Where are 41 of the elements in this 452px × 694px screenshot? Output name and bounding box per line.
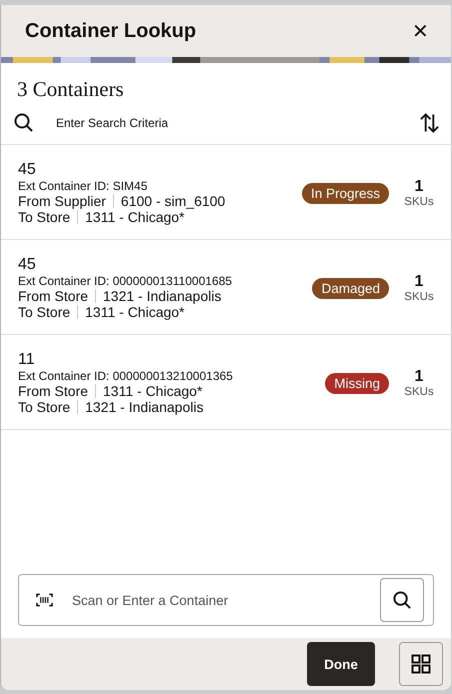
- container-row[interactable]: 45 Ext Container ID: 000000013110001685 From Store 1321 - Indianapolis To Store 1311 - Chicago* Damaged 1 SKUs: [1, 240, 451, 335]
- sku-label: SKUs: [404, 291, 434, 303]
- dialog-title: Container Lookup: [25, 20, 196, 42]
- to-value: 1311 - Chicago*: [85, 304, 185, 320]
- status-badge: Missing: [325, 372, 389, 394]
- from-label: From Supplier: [18, 193, 106, 209]
- grid-button[interactable]: [399, 642, 443, 686]
- sku-count: 1: [414, 273, 424, 291]
- to-value: 1321 - Indianapolis: [85, 399, 204, 415]
- to-label: To Store: [18, 209, 70, 225]
- sku-label: SKUs: [404, 196, 434, 208]
- to-value: 1311 - Chicago*: [85, 209, 185, 225]
- sku-count: 1: [414, 368, 424, 386]
- status-badge: In Progress: [302, 182, 389, 204]
- ext-container-id: Ext Container ID: SIM45: [18, 179, 148, 193]
- sku-count: 1: [414, 178, 424, 196]
- list-title: 3 Containers: [17, 77, 125, 102]
- from-value: 1321 - Indianapolis: [103, 288, 222, 304]
- container-row[interactable]: 45 Ext Container ID: SIM45 From Supplier 6100 - sim_6100 To Store 1311 - Chicago* In Progress 1 SKUs: [1, 145, 451, 240]
- sort-icon[interactable]: [420, 112, 439, 134]
- container-row[interactable]: 11 Ext Container ID: 000000013210001365 From Store 1311 - Chicago* To Store 1321 - Indianapolis Missing 1 SKUs: [1, 335, 451, 430]
- barcode-icon: [36, 593, 53, 607]
- from-value: 6100 - sim_6100: [120, 193, 226, 209]
- to-label: To Store: [18, 399, 70, 415]
- status-badge: Damaged: [312, 278, 389, 298]
- from-value: 1311 - Chicago*: [103, 383, 202, 399]
- search-icon: [392, 590, 412, 610]
- from-label: From Store: [18, 288, 88, 304]
- from-label: From Store: [18, 383, 88, 399]
- close-button[interactable]: ✕: [408, 18, 433, 44]
- search-icon[interactable]: [14, 113, 34, 133]
- search-button[interactable]: [380, 578, 424, 622]
- ext-container-id: Ext Container ID: 000000013110001685: [18, 274, 233, 288]
- container-number: 45: [18, 256, 37, 274]
- container-number: 11: [18, 351, 36, 369]
- sku-label: SKUs: [404, 386, 434, 398]
- container-number: 45: [18, 161, 37, 179]
- grid-icon: [411, 654, 431, 674]
- done-button[interactable]: Done: [307, 642, 375, 686]
- ext-container-id: Ext Container ID: 000000013210001365: [18, 369, 234, 383]
- to-label: To Store: [18, 304, 70, 320]
